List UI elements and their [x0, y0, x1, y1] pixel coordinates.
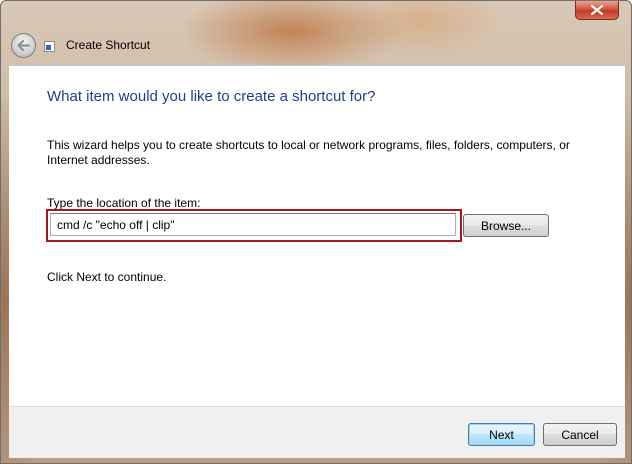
window-frame: Create Shortcut What item would you like… [0, 0, 632, 464]
wizard-content: What item would you like to create a sho… [9, 65, 625, 406]
wizard-footer: Next Cancel [9, 406, 625, 458]
continue-instruction: Click Next to continue. [47, 270, 167, 284]
location-input[interactable] [50, 213, 456, 236]
location-label: Type the location of the item: [47, 196, 201, 210]
next-button[interactable]: Next [468, 423, 535, 446]
browse-button[interactable]: Browse... [463, 214, 549, 237]
back-arrow-icon [17, 40, 30, 51]
page-heading: What item would you like to create a sho… [47, 88, 376, 105]
close-icon [591, 5, 603, 15]
window-title: Create Shortcut [66, 38, 151, 52]
shortcut-icon [44, 41, 55, 52]
cancel-button[interactable]: Cancel [543, 423, 617, 446]
close-button[interactable] [575, 1, 619, 20]
wizard-description: This wizard helps you to create shortcut… [47, 138, 570, 167]
back-button[interactable] [11, 33, 36, 58]
